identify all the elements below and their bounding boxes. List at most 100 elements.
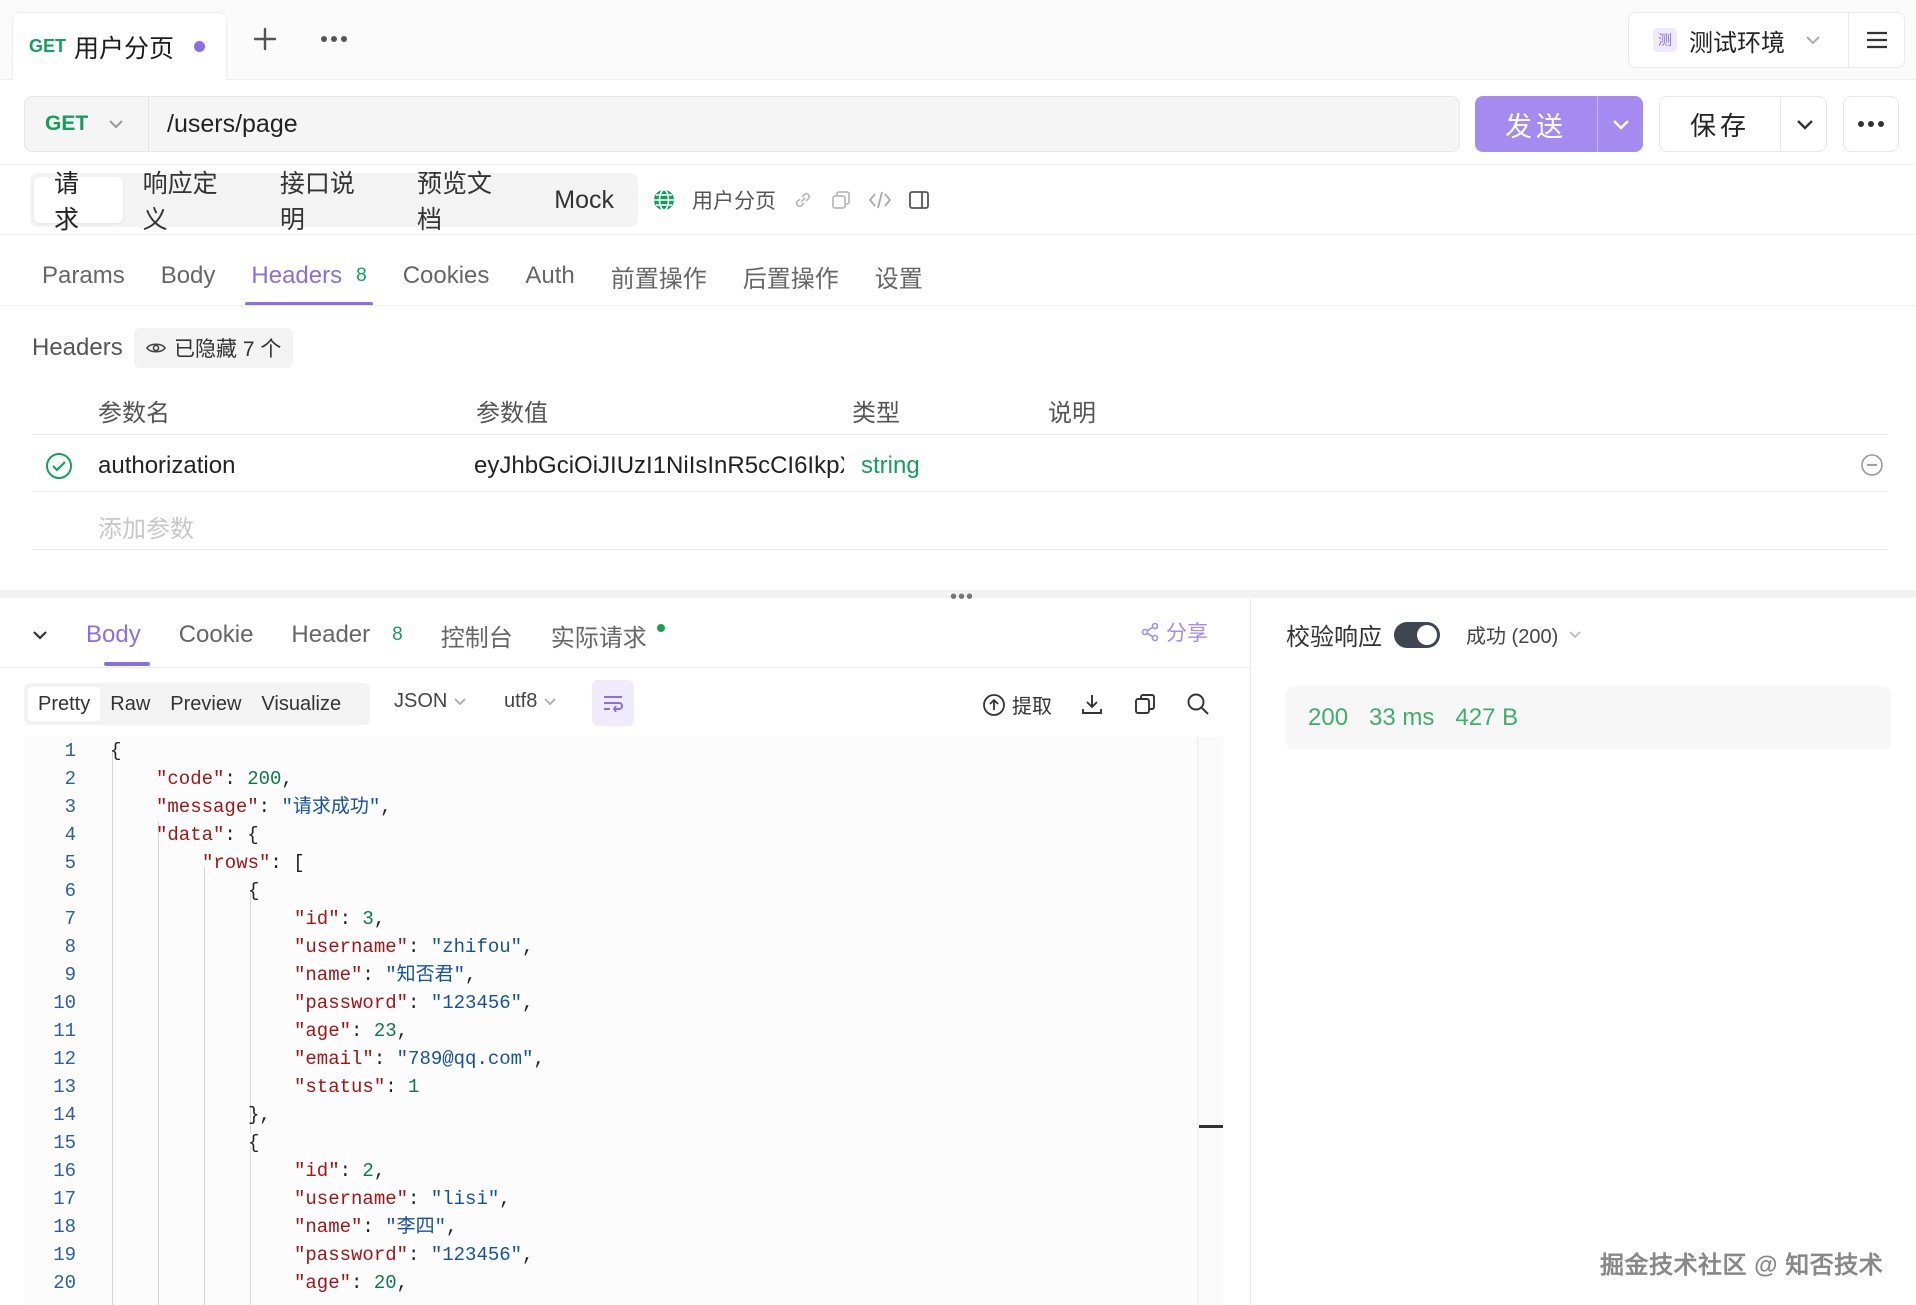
more-icon <box>1858 121 1884 127</box>
url-input[interactable] <box>149 97 1459 151</box>
wrap-icon <box>604 696 623 712</box>
hidden-headers-toggle[interactable]: 已隐藏 7 个 <box>134 328 294 368</box>
download-button[interactable] <box>1080 692 1104 716</box>
chevron-down-icon <box>544 698 556 706</box>
response-body-viewer[interactable]: 1{2 "code": 200, 3 "message": "请求成功", 4 "data… <box>24 737 1224 1305</box>
share-button[interactable]: 分享 <box>1140 617 1208 647</box>
copy-response-button[interactable] <box>1133 692 1157 716</box>
tab-settings[interactable]: 设置 <box>857 246 941 306</box>
tab-mock[interactable]: Mock <box>534 177 634 223</box>
send-dropdown-icon[interactable] <box>1612 119 1630 130</box>
header-name[interactable]: authorization <box>98 452 235 480</box>
env-label: 测试环境 <box>1689 29 1785 57</box>
format-pretty[interactable]: Pretty <box>28 687 101 721</box>
code-line: 20 "age": 20, <box>24 1269 1194 1297</box>
code-text: "email": "789@qq.com", <box>294 1048 545 1070</box>
code-text: "username": "zhifou", <box>294 936 534 958</box>
tab-params[interactable]: Params <box>24 246 143 306</box>
code-line: 9 "name": "知否君", <box>24 961 1194 989</box>
tab-auth[interactable]: Auth <box>507 246 592 306</box>
tab-preview-doc[interactable]: 预览文档 <box>397 170 534 234</box>
new-tab-icon[interactable] <box>252 26 278 52</box>
column-type: 类型 <box>852 400 900 427</box>
format-visualize[interactable]: Visualize <box>251 687 351 721</box>
tab-actual-request[interactable]: 实际请求 <box>532 604 684 666</box>
tab-console[interactable]: 控制台 <box>422 604 532 666</box>
tab-post-script[interactable]: 后置操作 <box>725 246 857 306</box>
send-button[interactable]: 发送 <box>1475 96 1643 152</box>
verify-label: 校验响应 <box>1286 624 1382 651</box>
chevron-down-icon <box>33 631 47 640</box>
line-number: 4 <box>64 824 76 846</box>
code-text: "password": "123456", <box>294 1244 534 1266</box>
tab-response-definition[interactable]: 响应定义 <box>123 170 260 234</box>
save-button[interactable]: 保存 <box>1659 96 1827 152</box>
code-text: "data": { <box>156 824 259 846</box>
splitter-handle-icon[interactable]: ••• <box>950 586 974 609</box>
encoding-select[interactable]: utf8 <box>504 690 557 713</box>
url-bar: GET <box>24 96 1460 152</box>
extract-button[interactable]: 提取 <box>982 690 1052 719</box>
tab-response-body[interactable]: Body <box>58 604 160 666</box>
code-line: 14}, <box>24 1101 1194 1129</box>
code-icon[interactable] <box>868 189 892 211</box>
code-text: "message": "请求成功", <box>156 796 392 818</box>
tab-headers[interactable]: Headers 8 <box>233 246 384 306</box>
code-text: { <box>110 740 122 762</box>
scrollbar-thumb[interactable] <box>1199 1125 1223 1128</box>
method-select[interactable]: GET <box>25 97 149 151</box>
format-preview[interactable]: Preview <box>160 687 251 721</box>
remove-row-button[interactable] <box>1860 453 1884 477</box>
code-line: 11 "age": 23, <box>24 1017 1194 1045</box>
tab-request[interactable]: 请求 <box>34 170 123 234</box>
search-icon <box>1187 693 1209 715</box>
code-line: 7 "id": 3, <box>24 905 1194 933</box>
save-dropdown-icon[interactable] <box>1796 119 1814 130</box>
tab-api-description[interactable]: 接口说明 <box>260 170 397 234</box>
tab-cookies[interactable]: Cookies <box>385 246 508 306</box>
code-line: 10 "password": "123456", <box>24 989 1194 1017</box>
globe-icon <box>654 189 674 211</box>
line-number: 12 <box>53 1048 76 1070</box>
code-text: { <box>248 1132 260 1154</box>
code-line: 15 { <box>24 1129 1194 1157</box>
header-value[interactable]: eyJhbGciOiJIUzI1NiIsInR5cCI6IkpX <box>474 452 844 480</box>
code-text: "name": "李四", <box>294 1216 458 1238</box>
row-enabled-checkbox[interactable] <box>45 452 73 480</box>
save-label: 保存 <box>1689 110 1750 141</box>
line-number: 17 <box>53 1188 76 1210</box>
env-badge: 测 <box>1653 28 1677 52</box>
headers-count: 8 <box>356 265 367 286</box>
minus-circle-icon <box>1861 454 1883 476</box>
share-icon <box>1141 622 1159 642</box>
format-raw[interactable]: Raw <box>100 687 160 721</box>
line-number: 3 <box>64 796 76 818</box>
environment-selector[interactable]: 测 测试环境 <box>1628 12 1849 68</box>
expected-status-select[interactable]: 成功 (200) <box>1466 620 1582 649</box>
word-wrap-button[interactable] <box>592 680 634 726</box>
language-select[interactable]: JSON <box>394 690 467 713</box>
chevron-down-icon <box>1806 36 1820 45</box>
verify-toggle[interactable] <box>1394 621 1440 648</box>
tab-body[interactable]: Body <box>143 246 234 306</box>
line-number: 16 <box>53 1160 76 1182</box>
request-tab[interactable]: GET 用户分页 <box>12 12 227 80</box>
link-icon[interactable] <box>792 189 814 211</box>
code-scrollbar[interactable] <box>1197 737 1221 1305</box>
copy-icon[interactable] <box>830 189 852 211</box>
search-response-button[interactable] <box>1186 692 1210 716</box>
header-type[interactable]: string <box>861 452 920 480</box>
collapse-response-button[interactable] <box>24 604 58 666</box>
panel-icon[interactable] <box>908 189 930 211</box>
api-name: 用户分页 <box>692 190 776 213</box>
tab-response-cookie[interactable]: Cookie <box>160 604 273 666</box>
add-param-input[interactable]: 添加参数 <box>98 509 194 544</box>
tab-pre-script[interactable]: 前置操作 <box>593 246 725 306</box>
tab-response-header[interactable]: Header 8 <box>272 604 421 666</box>
code-line: 12 "email": "789@qq.com", <box>24 1045 1194 1073</box>
more-tabs-icon[interactable] <box>320 34 348 44</box>
menu-button[interactable] <box>1849 12 1905 68</box>
line-number: 19 <box>53 1244 76 1266</box>
more-actions-button[interactable] <box>1843 96 1899 152</box>
code-text: "age": 23, <box>294 1020 409 1042</box>
